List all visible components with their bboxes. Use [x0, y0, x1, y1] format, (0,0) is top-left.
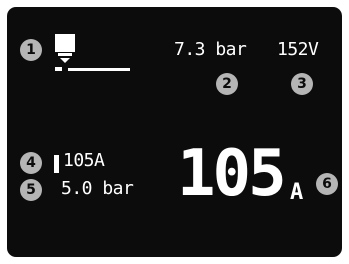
air-pressure-value: 5.0 bar: [61, 178, 134, 199]
current-bar-icon: [54, 155, 59, 173]
current-big-unit: A: [290, 180, 304, 205]
voltage-value: 152V: [277, 39, 319, 60]
gas-pressure-value: 7.3 bar: [174, 39, 247, 60]
plasma-torch-icon: [55, 34, 130, 71]
callout-badge-6: 6: [316, 173, 338, 195]
current-big-value: 105: [177, 137, 287, 211]
current-setting-value: 105A: [63, 150, 105, 171]
callout-badge-1: 1: [20, 39, 42, 61]
callout-badge-4: 4: [20, 152, 42, 174]
callout-badge-2: 2: [216, 73, 238, 95]
callout-badge-3: 3: [291, 73, 313, 95]
display-screen: 1 7.3 bar 2 152V 3 4 105A 5 5.0 bar 105 …: [7, 7, 342, 257]
callout-badge-5: 5: [20, 179, 42, 201]
